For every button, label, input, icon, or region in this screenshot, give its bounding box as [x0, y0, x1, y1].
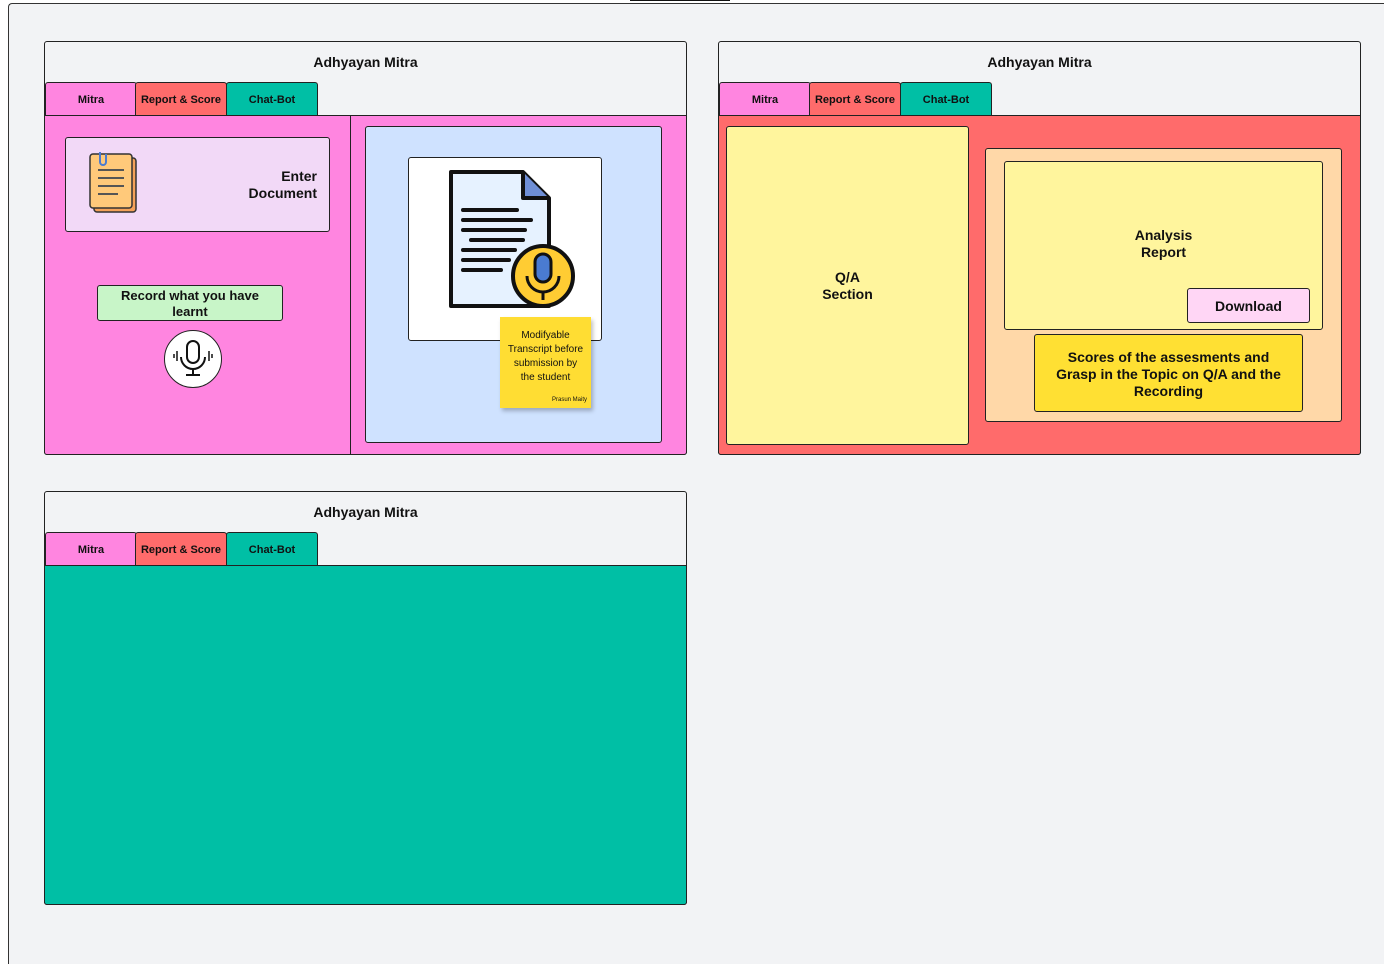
- enter-document-card[interactable]: Enter Document: [65, 137, 330, 232]
- report-area: Analysis Report Download Scores of the a…: [985, 148, 1342, 422]
- microphone-button[interactable]: [164, 330, 222, 388]
- qa-section[interactable]: Q/A Section: [726, 126, 969, 445]
- mitra-panel: Enter Document Record what you have lear…: [44, 115, 687, 455]
- tab-mitra[interactable]: Mitra: [45, 82, 137, 116]
- tab-report-score[interactable]: Report & Score: [135, 82, 227, 116]
- frame-title: Adhyayan Mitra: [313, 54, 418, 70]
- report-panel: Q/A Section Analysis Report Download Sco…: [718, 115, 1361, 455]
- frame-title: Adhyayan Mitra: [313, 504, 418, 520]
- frame-chat-bot: Adhyayan Mitra Mitra Report & Score Chat…: [44, 491, 687, 905]
- transcript-preview-area: Modifyable Transcript before submission …: [365, 126, 662, 443]
- analysis-report-box: Analysis Report Download: [1004, 161, 1323, 330]
- download-button[interactable]: Download: [1187, 288, 1310, 323]
- panel-divider: [350, 116, 351, 454]
- document-clipboard-icon: [89, 152, 137, 213]
- scores-summary-box: Scores of the assesments and Grasp in th…: [1034, 334, 1303, 412]
- microphone-icon: [173, 340, 213, 376]
- analysis-report-label: Analysis Report: [1134, 227, 1193, 260]
- frame-title: Adhyayan Mitra: [987, 54, 1092, 70]
- frame-mitra: Adhyayan Mitra Mitra Report & Score Chat…: [44, 41, 687, 455]
- transcript-card: [408, 157, 602, 341]
- tab-chat-bot[interactable]: Chat-Bot: [226, 532, 318, 566]
- tab-chat-bot[interactable]: Chat-Bot: [900, 82, 992, 116]
- tab-report-score[interactable]: Report & Score: [809, 82, 901, 116]
- tab-chat-bot[interactable]: Chat-Bot: [226, 82, 318, 116]
- tab-mitra[interactable]: Mitra: [45, 532, 137, 566]
- chat-bot-panel[interactable]: [44, 565, 687, 905]
- sticky-author: Prasun Maity: [551, 397, 587, 403]
- audio-document-icon: [449, 170, 575, 308]
- tab-report-score[interactable]: Report & Score: [135, 532, 227, 566]
- frame-report-score: Adhyayan Mitra Mitra Report & Score Chat…: [718, 41, 1361, 455]
- top-marker: [630, 0, 730, 1]
- record-learnt-button[interactable]: Record what you have learnt: [97, 285, 283, 321]
- transcript-sticky-note: Modifyable Transcript before submission …: [500, 317, 591, 408]
- qa-section-label: Q/A Section: [822, 269, 873, 302]
- tab-mitra[interactable]: Mitra: [719, 82, 811, 116]
- enter-document-label: Enter Document: [248, 168, 317, 201]
